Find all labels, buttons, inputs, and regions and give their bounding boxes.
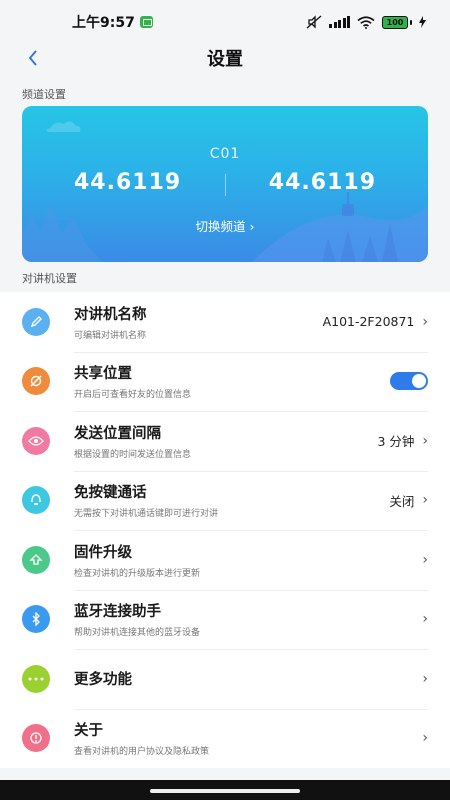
charging-icon [419, 16, 426, 28]
status-right: 100 [306, 15, 426, 29]
chevron-right-icon: › [422, 670, 428, 687]
page-title: 设置 [207, 49, 243, 70]
setting-subtitle: 开启后可查看好友的位置信息 [74, 390, 192, 401]
setting-value: 3 分钟 [377, 434, 415, 450]
chevron-right-icon: › [422, 611, 428, 628]
battery-level: 100 [382, 15, 408, 29]
setting-title: 关于 [74, 723, 103, 740]
setting-title: 对讲机名称 [74, 306, 147, 323]
setting-title: 固件升级 [74, 544, 132, 561]
channel-id: C01 [209, 146, 241, 162]
setting-row-send-interval[interactable]: 发送位置间隔 根据设置的时间发送位置信息 3 分钟 › [0, 411, 450, 471]
chevron-right-icon: › [422, 313, 428, 330]
headset-icon [22, 486, 50, 515]
eye-target-icon [22, 426, 50, 455]
battery-icon: 100 [382, 15, 412, 29]
channel-card: C01 44.6119 44.6119 切换频道 › [22, 106, 428, 262]
status-bar: 上午9:57 100 [0, 0, 450, 44]
setting-subtitle: 无需按下对讲机通话键即可进行对讲 [74, 509, 219, 520]
settings-list: 对讲机名称 可编辑对讲机名称 A101-2F20871 › 共享位置 开启后可查… [0, 292, 450, 768]
setting-title: 更多功能 [74, 672, 132, 689]
bluetooth-icon [22, 605, 50, 634]
setting-title: 免按键通话 [74, 485, 147, 502]
chevron-right-icon: › [422, 551, 428, 568]
chevron-right-icon: › [422, 492, 428, 509]
back-button[interactable] [18, 44, 48, 72]
share-location-toggle[interactable] [390, 372, 428, 391]
switch-channel-button[interactable]: 切换频道 › [22, 216, 428, 235]
info-icon [22, 724, 50, 753]
setting-value: 关闭 [389, 493, 415, 509]
wifi-icon [357, 15, 375, 29]
upgrade-arrow-icon [22, 545, 50, 574]
setting-row-handsfree[interactable]: 免按键通话 无需按下对讲机通话键即可进行对讲 关闭 › [0, 470, 450, 531]
chevron-right-icon: › [422, 432, 428, 449]
frequency-left: 44.6119 [74, 170, 182, 195]
setting-subtitle: 可编辑对讲机名称 [74, 330, 147, 341]
frequency-right: 44.6119 [268, 170, 376, 195]
chevron-right-icon: › [249, 219, 255, 234]
setting-row-walkie-name[interactable]: 对讲机名称 可编辑对讲机名称 A101-2F20871 › [0, 292, 450, 352]
chevron-left-icon [28, 50, 37, 66]
setting-title: 蓝牙连接助手 [74, 604, 161, 621]
setting-subtitle: 检查对讲机的升级版本进行更新 [74, 568, 201, 579]
location-share-icon [22, 367, 50, 396]
home-indicator[interactable] [150, 789, 300, 793]
setting-row-share-location[interactable]: 共享位置 开启后可查看好友的位置信息 [0, 351, 450, 412]
frequency-divider [225, 174, 226, 196]
walkie-section-label: 对讲机设置 [22, 272, 77, 285]
status-time: 上午9:57 [72, 15, 135, 31]
setting-subtitle: 查看对讲机的用户协议及隐私政策 [74, 747, 210, 758]
setting-row-bluetooth[interactable]: 蓝牙连接助手 帮助对讲机连接其他的蓝牙设备 › [0, 589, 450, 650]
setting-row-about[interactable]: 关于 查看对讲机的用户协议及隐私政策 › [0, 708, 450, 769]
setting-row-more[interactable]: 更多功能 › [0, 649, 450, 709]
switch-channel-label: 切换频道 [195, 219, 246, 234]
setting-subtitle: 根据设置的时间发送位置信息 [74, 449, 192, 460]
setting-title: 发送位置间隔 [74, 425, 161, 442]
more-dots-icon [22, 664, 50, 693]
chevron-right-icon: › [422, 730, 428, 747]
setting-value: A101-2F20871 [322, 314, 415, 330]
signal-icon [329, 16, 350, 28]
setting-subtitle: 帮助对讲机连接其他的蓝牙设备 [74, 628, 201, 639]
edit-icon [22, 307, 50, 336]
setting-title: 共享位置 [74, 366, 132, 383]
nav-bar: 设置 [0, 44, 450, 72]
channel-section-label: 频道设置 [22, 88, 66, 101]
status-left: 上午9:57 [72, 12, 153, 32]
setting-row-firmware[interactable]: 固件升级 检查对讲机的升级版本进行更新 › [0, 530, 450, 590]
message-icon [139, 16, 153, 28]
mute-icon [306, 15, 322, 29]
